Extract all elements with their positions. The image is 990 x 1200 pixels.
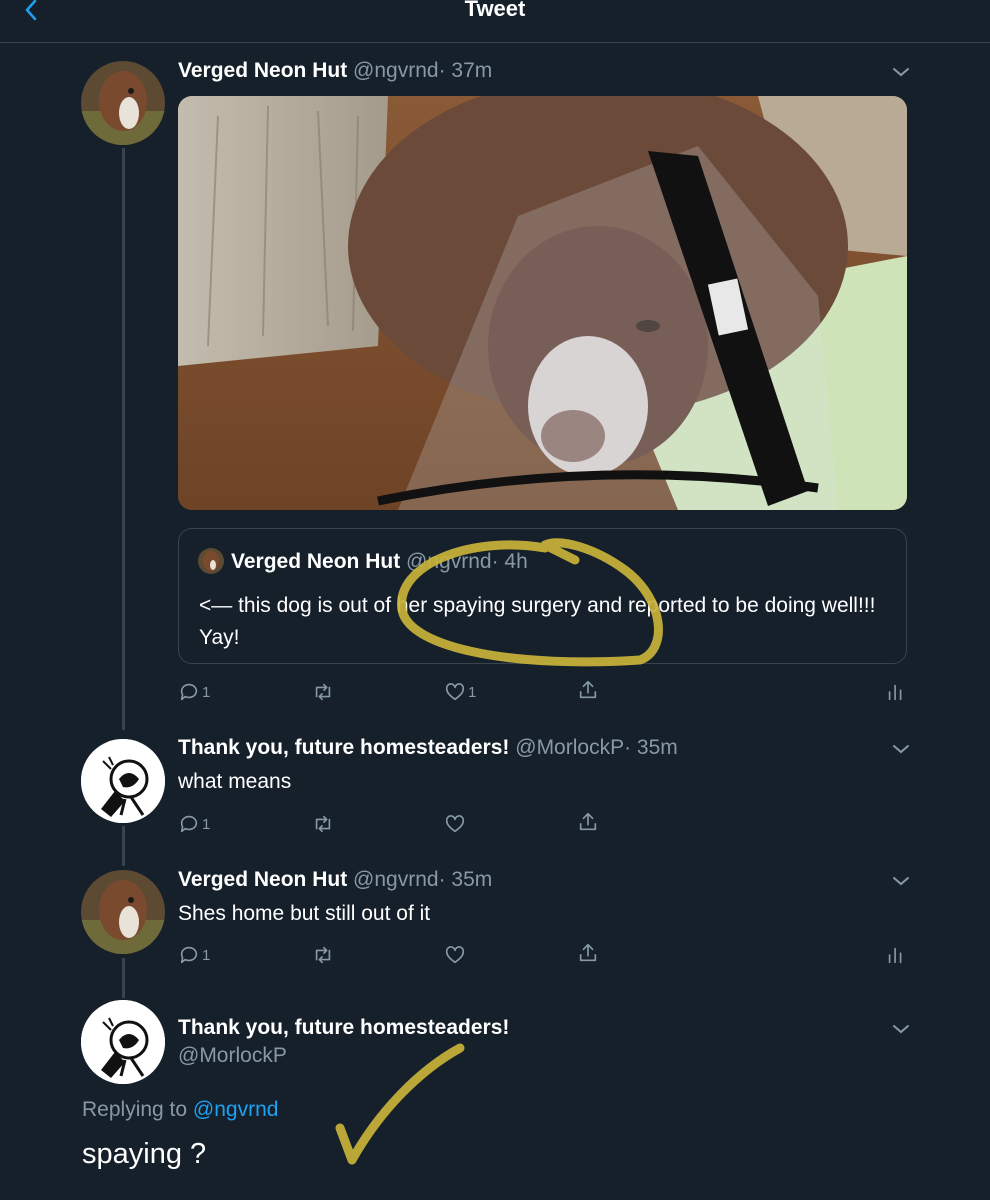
annotation-overlay: [335, 538, 663, 1165]
annotation-circle: [397, 538, 663, 667]
annotation-checkmark: [335, 1043, 465, 1165]
